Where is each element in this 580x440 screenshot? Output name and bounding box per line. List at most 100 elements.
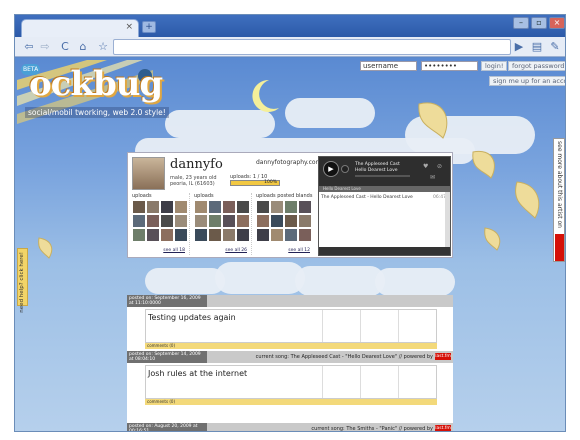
playlist-scrollbar[interactable]: [445, 192, 450, 249]
ban-icon[interactable]: ⊘: [437, 163, 442, 170]
photo-thumbnail[interactable]: [223, 201, 235, 213]
photo-thumbnail[interactable]: [257, 201, 269, 213]
profile-name: dannyfo: [170, 157, 223, 172]
photo-thumbnail[interactable]: [147, 229, 159, 241]
see-all-link[interactable]: see all 12: [288, 248, 310, 253]
cloud: [295, 266, 385, 296]
minimize-button[interactable]: –: [513, 17, 529, 29]
signup-button[interactable]: sign me up for an account!: [489, 76, 565, 86]
photo-thumbnail[interactable]: [257, 215, 269, 227]
stop-icon[interactable]: [341, 165, 349, 173]
tab-close-icon[interactable]: ×: [125, 22, 133, 32]
bookmark-star-icon[interactable]: ☆: [95, 39, 111, 55]
back-icon[interactable]: ⇦: [21, 39, 37, 55]
post-title[interactable]: Testing updates again: [148, 313, 236, 322]
photo-thumbnail[interactable]: [175, 229, 187, 241]
logo-wordmark: ockbug: [29, 64, 163, 104]
photo-thumbnail[interactable]: [223, 229, 235, 241]
post-title[interactable]: Josh rules at the internet: [148, 369, 247, 378]
username-input[interactable]: username: [360, 61, 417, 71]
photo-thumbnail[interactable]: [271, 229, 283, 241]
see-all-link[interactable]: see all 26: [225, 248, 247, 253]
photo-thumbnail[interactable]: [257, 229, 269, 241]
volume-bar[interactable]: [319, 247, 450, 255]
photo-thumbnail[interactable]: [223, 215, 235, 227]
address-bar[interactable]: [113, 39, 511, 55]
profile-website-link[interactable]: dannyfotography.com: [256, 159, 321, 166]
photo-thumbnail[interactable]: [133, 229, 145, 241]
forgot-password-button[interactable]: forgot password?: [508, 61, 565, 71]
close-window-button[interactable]: ×: [549, 17, 565, 29]
gallery-title: uploads: [194, 193, 214, 199]
photo-thumbnail[interactable]: [299, 229, 311, 241]
artist-info-tab[interactable]: see more about this artist on: [553, 138, 565, 262]
photo-thumbnail[interactable]: [299, 215, 311, 227]
playlist-item[interactable]: The Appleseed Cast - Hello Dearest Love: [321, 195, 448, 200]
photo-thumbnail[interactable]: [133, 215, 145, 227]
post-cells: [322, 310, 436, 342]
post-meta: posted on: August 20, 2009 at 00:16:51 c…: [127, 423, 453, 431]
photo-thumbnail[interactable]: [285, 215, 297, 227]
photo-thumbnail[interactable]: [175, 215, 187, 227]
moon-icon: [252, 79, 279, 112]
photo-thumbnail[interactable]: [271, 201, 283, 213]
photo-thumbnail[interactable]: [209, 215, 221, 227]
share-icon[interactable]: ✉: [430, 174, 435, 181]
love-icon[interactable]: ♥: [423, 163, 428, 170]
photo-thumbnail[interactable]: [209, 229, 221, 241]
photo-thumbnail[interactable]: [147, 201, 159, 213]
photo-thumbnail[interactable]: [237, 201, 249, 213]
photo-thumbnail[interactable]: [285, 229, 297, 241]
new-tab-button[interactable]: +: [142, 21, 156, 33]
cloud: [375, 268, 455, 296]
lastfm-badge[interactable]: last.fm: [435, 353, 451, 360]
photo-thumbnail[interactable]: [147, 215, 159, 227]
go-icon[interactable]: ▶: [511, 39, 527, 55]
post-date: posted on: August 20, 2009 at 00:16:51: [127, 423, 207, 431]
home-icon[interactable]: ⌂: [75, 39, 91, 55]
lastfm-logo: [555, 234, 564, 261]
login-button[interactable]: login!: [481, 61, 508, 71]
photo-thumbnail[interactable]: [195, 201, 207, 213]
photo-thumbnail[interactable]: [133, 201, 145, 213]
post-comments[interactable]: comments (0): [145, 399, 437, 405]
now-playing-artist: The Appleseed Cast: [355, 162, 400, 167]
password-input[interactable]: ••••••••: [421, 61, 478, 71]
play-icon[interactable]: ▶: [323, 161, 339, 177]
help-tab[interactable]: need help? click here!: [17, 248, 28, 313]
artist-info-text: see more about this artist on: [556, 141, 563, 228]
photo-thumbnail[interactable]: [209, 201, 221, 213]
photo-thumbnail[interactable]: [161, 229, 173, 241]
page-menu-icon[interactable]: ▤: [529, 39, 545, 55]
post-comments[interactable]: comments (0): [145, 343, 437, 349]
photo-thumbnail[interactable]: [237, 229, 249, 241]
photo-thumbnail[interactable]: [285, 201, 297, 213]
photo-thumbnail[interactable]: [271, 215, 283, 227]
upload-progress-bar: 100%: [230, 180, 280, 186]
page-content: BETA ockbug social/mobil tworking, web 2…: [15, 58, 565, 431]
post-meta: posted on: September 14, 2009 at 08:04:1…: [127, 351, 453, 363]
forward-icon[interactable]: ⇨: [37, 39, 53, 55]
tab-active[interactable]: ×: [21, 19, 139, 37]
lastfm-badge[interactable]: last.fm: [435, 425, 451, 431]
cloud: [215, 262, 305, 294]
post-meta: posted on: September 16, 2009 at 11:10:0…: [127, 295, 453, 307]
maximize-button[interactable]: ▫: [531, 17, 547, 29]
gallery-uploads-2: uploads see all 26: [192, 193, 252, 255]
tools-menu-icon[interactable]: ✎: [547, 39, 563, 55]
photo-thumbnail[interactable]: [161, 201, 173, 213]
see-all-link[interactable]: see all 18: [163, 248, 185, 253]
site-logo[interactable]: BETA ockbug social/mobil tworking, web 2…: [17, 60, 169, 132]
leaf-icon: [515, 181, 540, 219]
photo-thumbnail[interactable]: [175, 201, 187, 213]
photo-thumbnail[interactable]: [195, 215, 207, 227]
track-progress[interactable]: [355, 175, 410, 177]
avatar[interactable]: [132, 157, 165, 190]
photo-thumbnail[interactable]: [195, 229, 207, 241]
reload-icon[interactable]: C: [57, 39, 73, 55]
thumb-grid: [195, 201, 251, 241]
photo-thumbnail[interactable]: [299, 201, 311, 213]
photo-thumbnail[interactable]: [237, 215, 249, 227]
photo-thumbnail[interactable]: [161, 215, 173, 227]
help-tab-text: need help? click here!: [19, 252, 25, 313]
